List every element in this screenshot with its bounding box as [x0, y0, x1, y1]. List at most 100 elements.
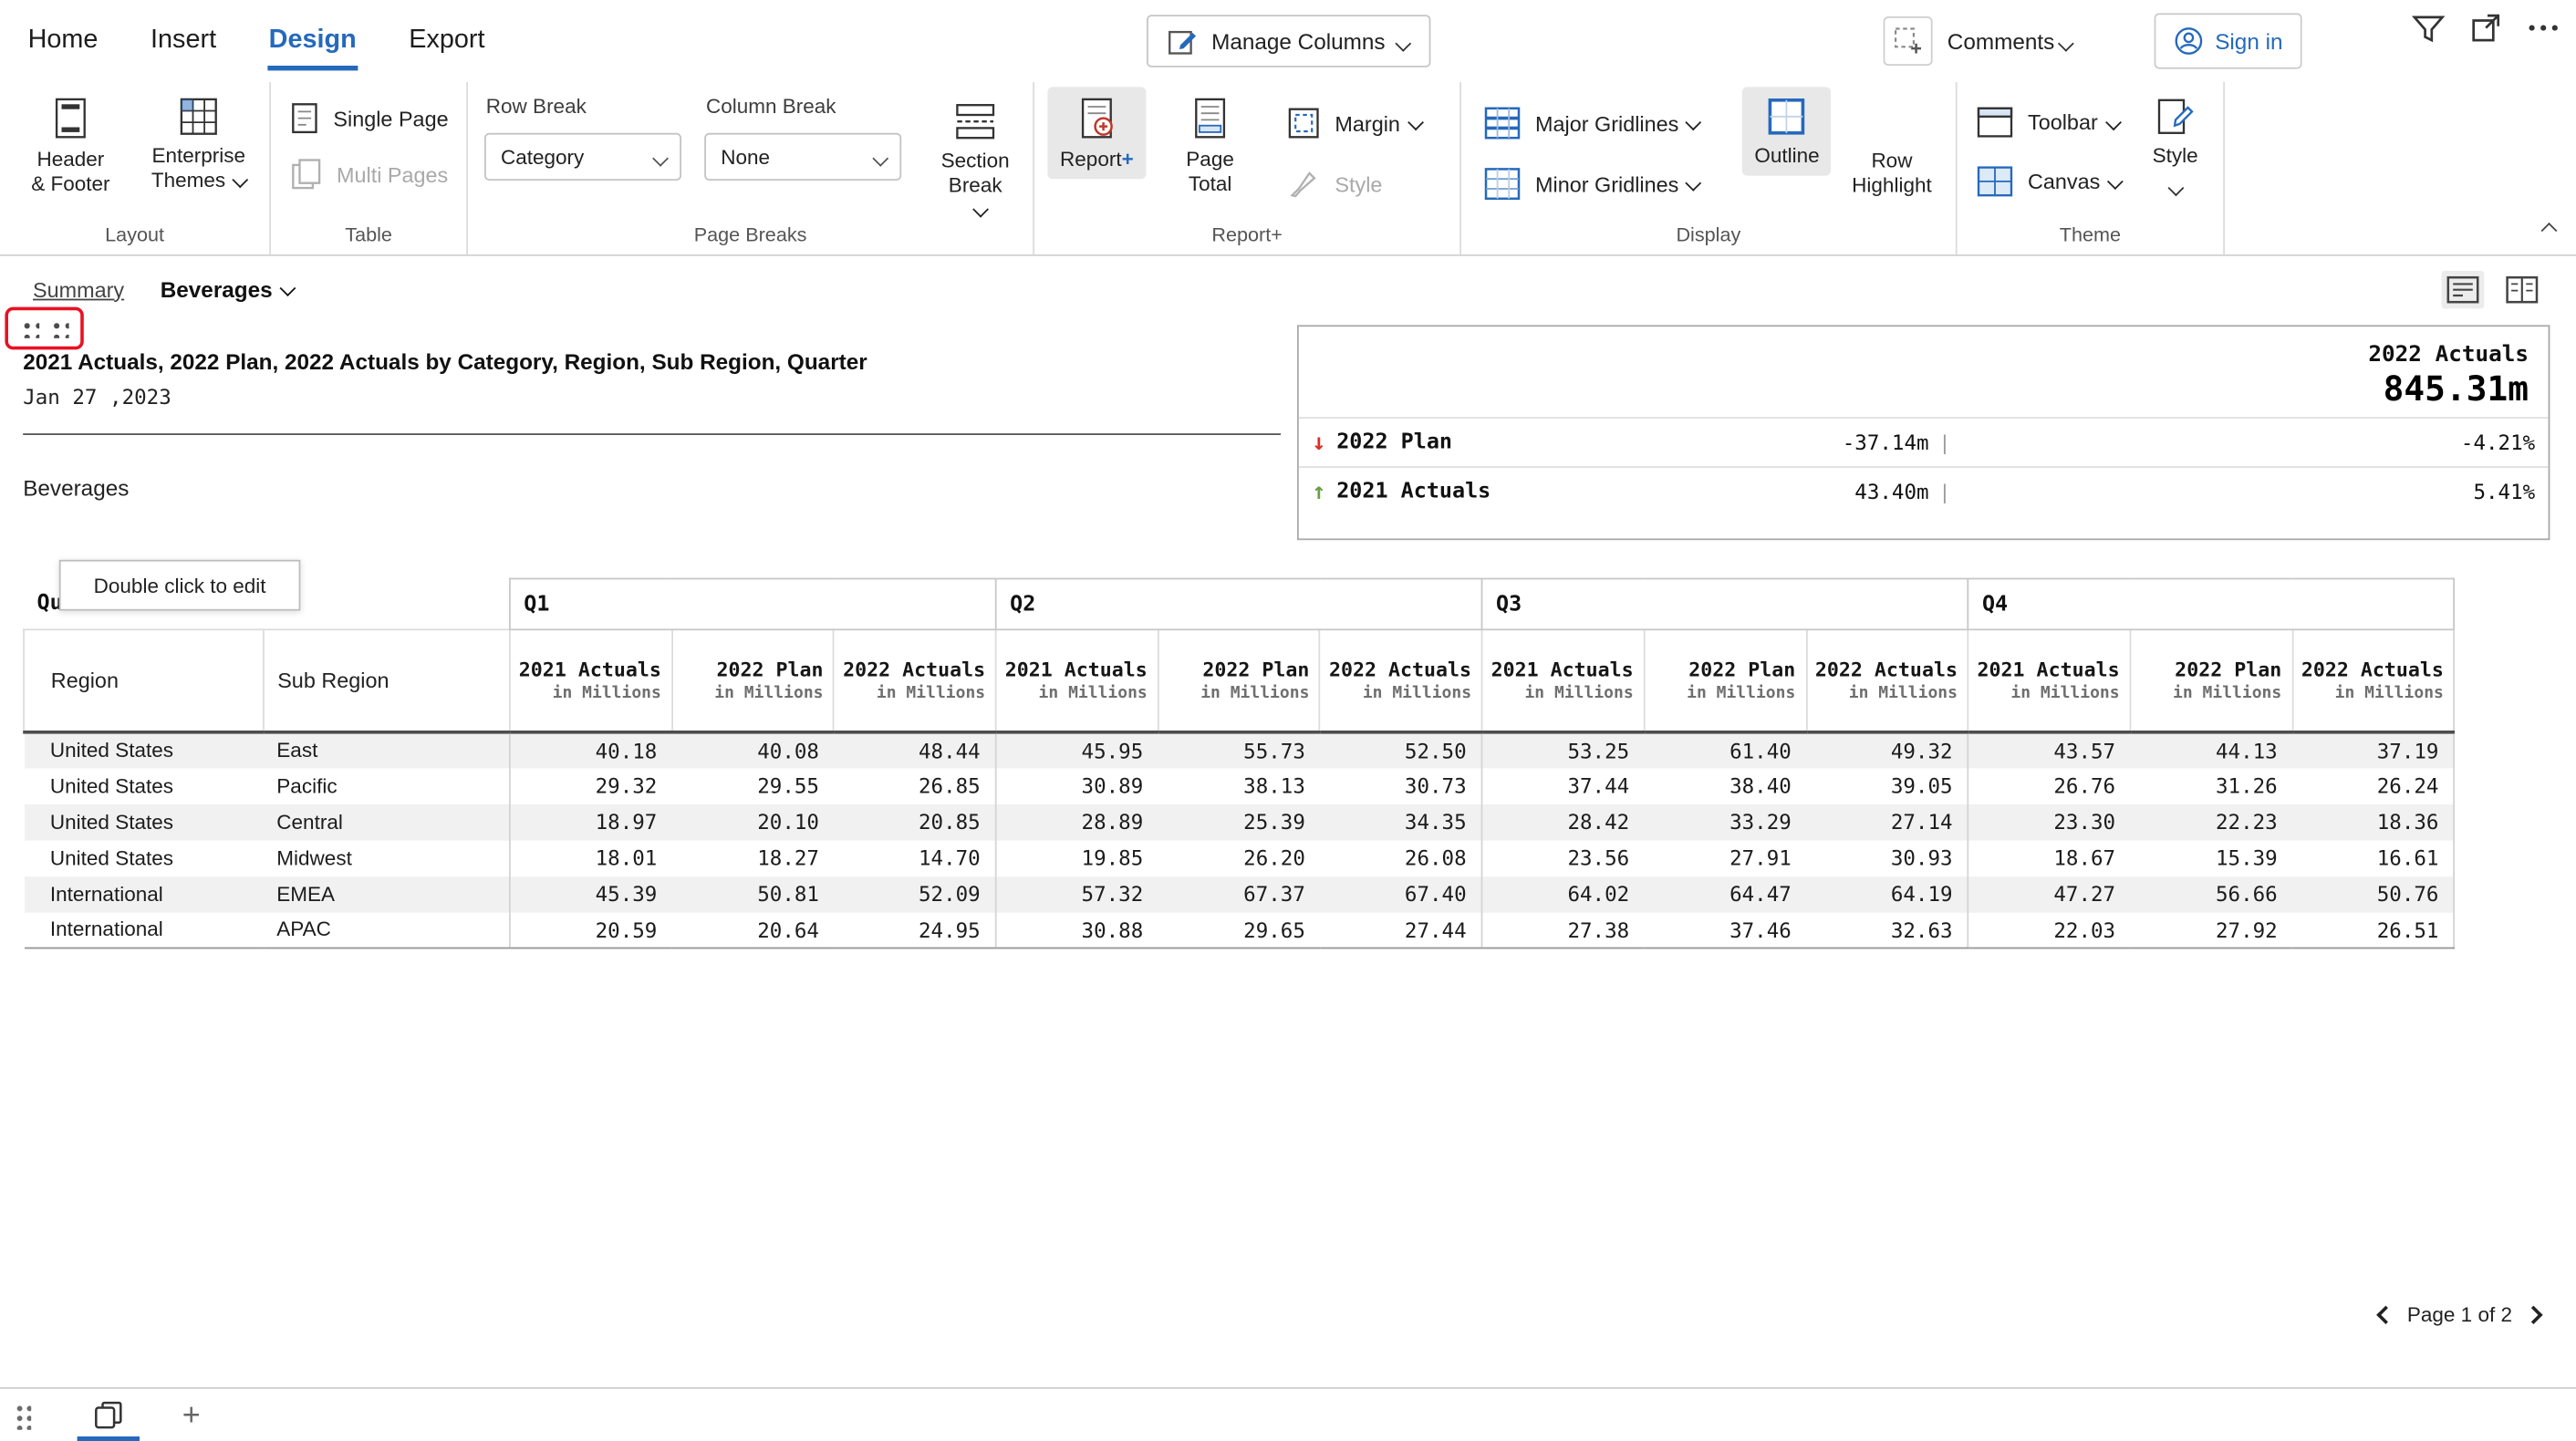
- row-label-cell[interactable]: United States: [24, 768, 264, 804]
- value-cell[interactable]: 23.56: [1482, 840, 1645, 876]
- sign-in-button[interactable]: Sign in: [2155, 13, 2303, 68]
- value-cell[interactable]: 18.67: [1968, 840, 2131, 876]
- quarter-header-q3[interactable]: Q3: [1482, 579, 1968, 630]
- manage-columns-button[interactable]: Manage Columns: [1146, 15, 1430, 67]
- value-cell[interactable]: 40.08: [672, 731, 835, 768]
- value-cell[interactable]: 32.63: [1806, 912, 1968, 949]
- value-cell[interactable]: 37.46: [1644, 912, 1806, 949]
- minor-gridlines-button[interactable]: Minor Gridlines: [1471, 164, 1736, 203]
- quarter-header-q4[interactable]: Q4: [1968, 579, 2455, 630]
- value-cell[interactable]: 14.70: [834, 840, 996, 876]
- margin-button[interactable]: Margin: [1274, 103, 1434, 142]
- row-break-select[interactable]: Category: [484, 133, 681, 181]
- value-cell[interactable]: 55.73: [1158, 731, 1320, 768]
- row-label-cell[interactable]: Midwest: [264, 840, 510, 876]
- tab-home[interactable]: Home: [26, 4, 99, 79]
- measure-header[interactable]: 2022 Planin Millions: [1644, 629, 1806, 731]
- measure-header[interactable]: 2021 Actualsin Millions: [1482, 629, 1645, 731]
- visual-drag-handle[interactable]: [5, 307, 83, 350]
- measure-header[interactable]: 2022 Planin Millions: [1158, 629, 1320, 731]
- grid-view-icon[interactable]: [2500, 270, 2543, 307]
- quarter-header-q2[interactable]: Q2: [996, 579, 1482, 630]
- report-view-icon[interactable]: [2442, 270, 2485, 307]
- measure-header[interactable]: 2022 Actualsin Millions: [2292, 629, 2455, 731]
- row-label-cell[interactable]: United States: [24, 731, 264, 768]
- value-cell[interactable]: 30.88: [996, 912, 1158, 949]
- style-theme-button[interactable]: Style: [2134, 87, 2217, 205]
- value-cell[interactable]: 18.36: [2292, 803, 2455, 840]
- value-cell[interactable]: 27.14: [1806, 803, 1968, 840]
- value-cell[interactable]: 29.32: [510, 768, 672, 804]
- quarter-header-q1[interactable]: Q1: [510, 579, 996, 630]
- measure-header[interactable]: 2021 Actualsin Millions: [996, 629, 1158, 731]
- value-cell[interactable]: 26.08: [1320, 840, 1482, 876]
- value-cell[interactable]: 30.73: [1320, 768, 1482, 804]
- active-sheet-selector[interactable]: Beverages: [161, 276, 293, 301]
- value-cell[interactable]: 18.27: [672, 840, 835, 876]
- popout-icon[interactable]: [2471, 13, 2500, 42]
- value-cell[interactable]: 53.25: [1482, 731, 1645, 768]
- value-cell[interactable]: 15.39: [2130, 840, 2292, 876]
- value-cell[interactable]: 28.42: [1482, 803, 1645, 840]
- comments-button[interactable]: Comments: [1948, 16, 2072, 66]
- add-page-button[interactable]: +: [169, 1396, 213, 1434]
- collapse-ribbon-button[interactable]: [2540, 215, 2557, 244]
- value-cell[interactable]: 37.44: [1482, 768, 1645, 804]
- header-footer-button[interactable]: Header & Footer: [8, 87, 133, 203]
- value-cell[interactable]: 67.40: [1320, 876, 1482, 912]
- measure-header[interactable]: 2022 Actualsin Millions: [834, 629, 996, 731]
- value-cell[interactable]: 31.26: [2130, 768, 2292, 804]
- value-cell[interactable]: 27.44: [1320, 912, 1482, 949]
- value-cell[interactable]: 28.89: [996, 803, 1158, 840]
- tab-insert[interactable]: Insert: [149, 4, 218, 79]
- row-label-cell[interactable]: Central: [264, 803, 510, 840]
- value-cell[interactable]: 26.20: [1158, 840, 1320, 876]
- section-break-button[interactable]: Section Break: [934, 92, 1016, 230]
- value-cell[interactable]: 16.61: [2292, 840, 2455, 876]
- page-total-button[interactable]: Page Total: [1156, 87, 1264, 203]
- value-cell[interactable]: 56.66: [2130, 876, 2292, 912]
- row-label-cell[interactable]: International: [24, 912, 264, 949]
- value-cell[interactable]: 49.32: [1806, 731, 1968, 768]
- value-cell[interactable]: 38.40: [1644, 768, 1806, 804]
- row-highlight-button[interactable]: Row Highlight: [1838, 87, 1946, 205]
- tab-export[interactable]: Export: [407, 4, 486, 79]
- value-cell[interactable]: 50.76: [2292, 876, 2455, 912]
- canvas-theme-button[interactable]: Canvas: [1964, 162, 2134, 200]
- summary-link[interactable]: Summary: [33, 276, 124, 301]
- value-cell[interactable]: 64.47: [1644, 876, 1806, 912]
- report-plus-button[interactable]: Report+: [1047, 87, 1146, 179]
- kpi-card[interactable]: 2022 Actuals 845.31m ↓2022 Plan-37.14m|-…: [1297, 325, 2550, 540]
- value-cell[interactable]: 19.85: [996, 840, 1158, 876]
- more-options-icon[interactable]: [2527, 23, 2560, 33]
- measure-header[interactable]: 2022 Planin Millions: [2130, 629, 2292, 731]
- row-label-cell[interactable]: APAC: [264, 912, 510, 949]
- value-cell[interactable]: 26.76: [1968, 768, 2131, 804]
- value-cell[interactable]: 20.59: [510, 912, 672, 949]
- value-cell[interactable]: 29.55: [672, 768, 835, 804]
- enterprise-themes-button[interactable]: Enterprise Themes: [136, 87, 261, 203]
- value-cell[interactable]: 27.91: [1644, 840, 1806, 876]
- value-cell[interactable]: 22.03: [1968, 912, 2131, 949]
- measure-header[interactable]: 2021 Actualsin Millions: [1968, 629, 2131, 731]
- value-cell[interactable]: 64.19: [1806, 876, 1968, 912]
- value-cell[interactable]: 22.23: [2130, 803, 2292, 840]
- value-cell[interactable]: 38.13: [1158, 768, 1320, 804]
- value-cell[interactable]: 67.37: [1158, 876, 1320, 912]
- value-cell[interactable]: 61.40: [1644, 731, 1806, 768]
- value-cell[interactable]: 23.30: [1968, 803, 2131, 840]
- measure-header[interactable]: 2022 Planin Millions: [672, 629, 835, 731]
- value-cell[interactable]: 50.81: [672, 876, 835, 912]
- row-label-cell[interactable]: East: [264, 731, 510, 768]
- tab-design[interactable]: Design: [267, 4, 358, 79]
- value-cell[interactable]: 43.57: [1968, 731, 2131, 768]
- value-cell[interactable]: 20.85: [834, 803, 996, 840]
- value-cell[interactable]: 45.95: [996, 731, 1158, 768]
- value-cell[interactable]: 40.18: [510, 731, 672, 768]
- measure-header[interactable]: 2022 Actualsin Millions: [1320, 629, 1482, 731]
- value-cell[interactable]: 18.97: [510, 803, 672, 840]
- row-label-cell[interactable]: Pacific: [264, 768, 510, 804]
- single-page-button[interactable]: Single Page: [277, 98, 460, 138]
- value-cell[interactable]: 26.24: [2292, 768, 2455, 804]
- outline-button[interactable]: Outline: [1742, 87, 1831, 175]
